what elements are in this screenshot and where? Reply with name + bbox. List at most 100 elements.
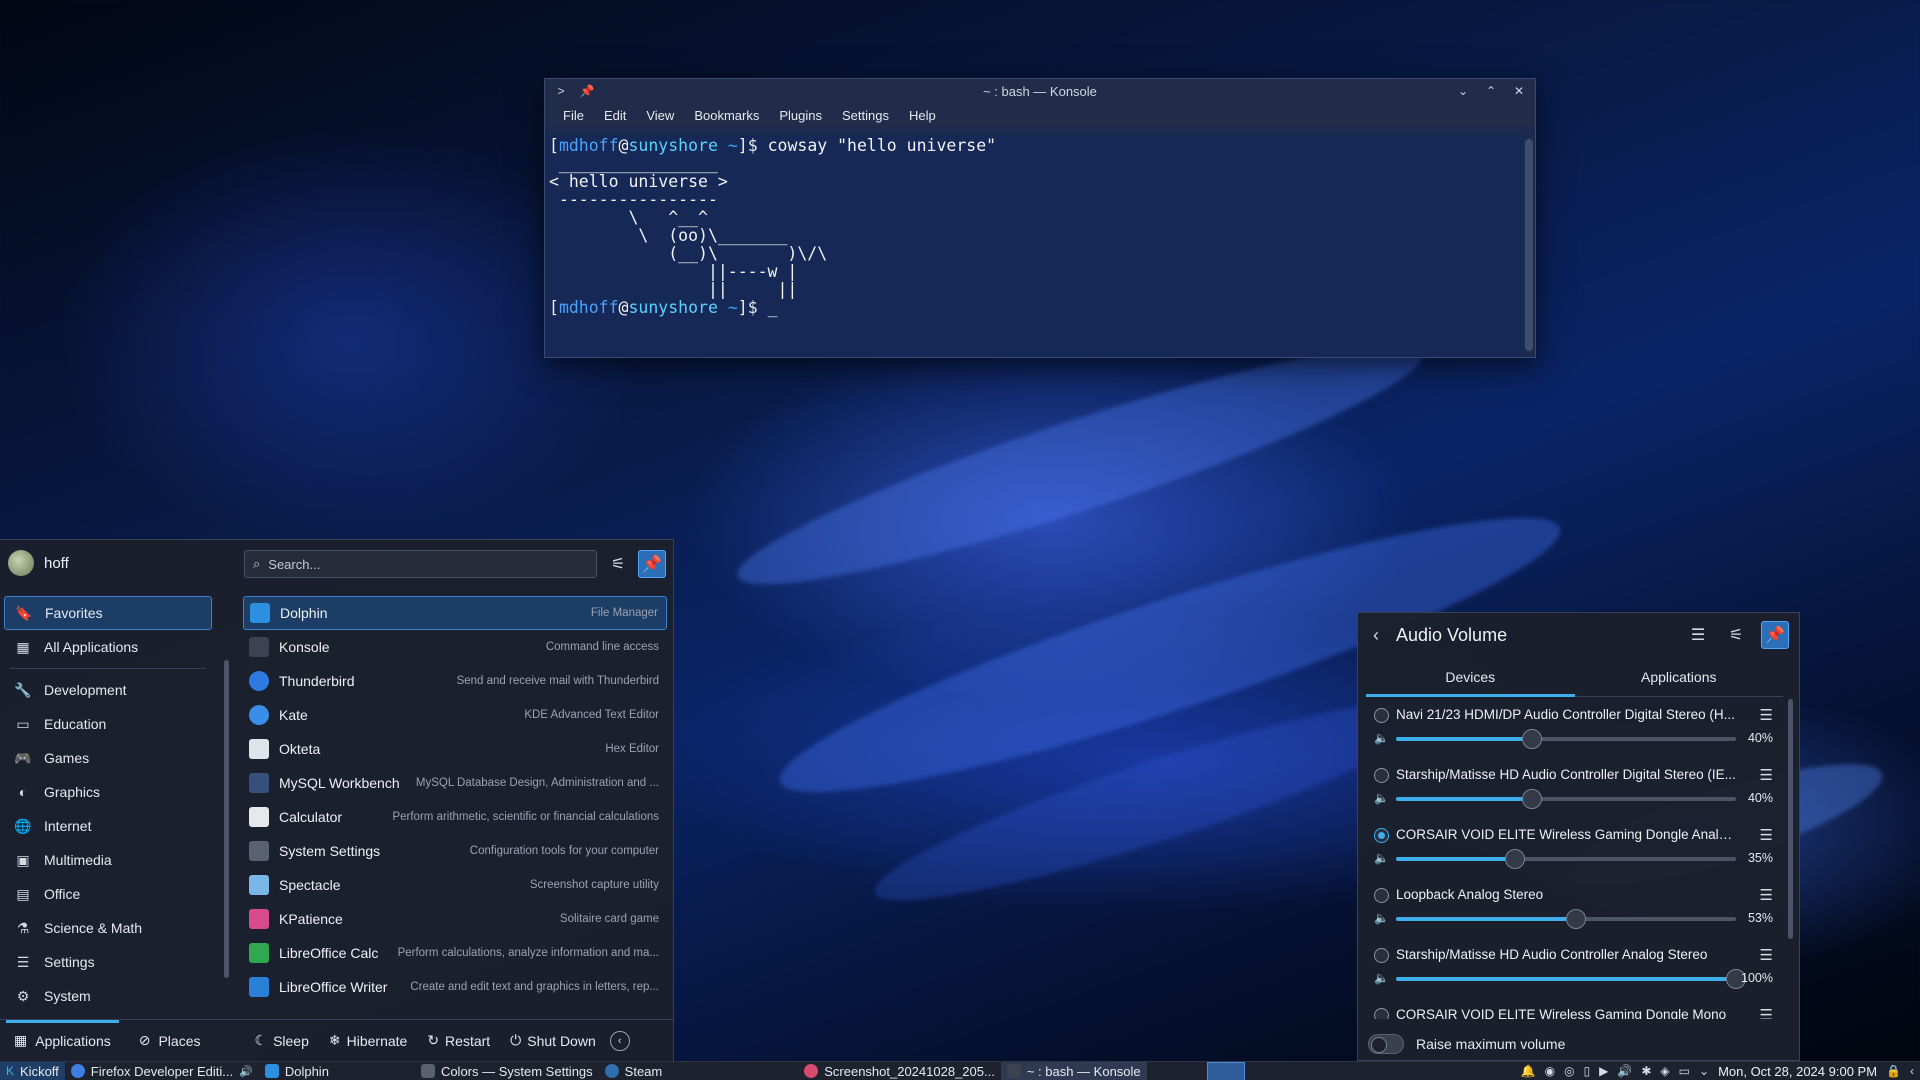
hibernate-button[interactable]: ❄ Hibernate: [319, 1032, 417, 1049]
audio-device-row[interactable]: Starship/Matisse HD Audio Controller Ana…: [1366, 939, 1781, 999]
app-item-konsole[interactable]: Konsole Command line access: [243, 630, 667, 664]
peek-desktop-icon[interactable]: ‹: [1910, 1064, 1914, 1078]
avatar[interactable]: [8, 550, 34, 576]
tab-places[interactable]: ⊘ Places: [125, 1020, 215, 1062]
default-device-radio[interactable]: [1374, 768, 1389, 783]
audio-device-row[interactable]: Starship/Matisse HD Audio Controller Dig…: [1366, 759, 1781, 819]
app-item-system-settings[interactable]: System Settings Configuration tools for y…: [243, 834, 667, 868]
restart-button[interactable]: ↻ Restart: [417, 1032, 500, 1049]
virtual-desktop-pager[interactable]: [1206, 1061, 1245, 1080]
volume-slider[interactable]: [1396, 969, 1746, 989]
more-options-icon[interactable]: ‹: [609, 1030, 630, 1051]
discord-icon[interactable]: ◉: [1545, 1064, 1555, 1078]
app-item-dolphin[interactable]: Dolphin File Manager: [243, 596, 667, 630]
volume-handle[interactable]: [1505, 849, 1525, 869]
volume-slider[interactable]: [1396, 789, 1736, 809]
audio-device-row[interactable]: CORSAIR VOID ELITE Wireless Gaming Dongl…: [1366, 819, 1781, 879]
category-system[interactable]: ⚙ System: [4, 979, 212, 1013]
pin-icon[interactable]: 📌: [579, 83, 595, 99]
category-multimedia[interactable]: ▣ Multimedia: [4, 843, 212, 877]
raise-max-volume[interactable]: Raise maximum volume: [1368, 1034, 1565, 1054]
volume-icon[interactable]: 🔊: [1617, 1064, 1632, 1078]
speaker-icon[interactable]: 🔈: [1374, 911, 1389, 925]
app-item-libreoffice-calc[interactable]: LibreOffice Calc Perform calculations, an…: [243, 936, 667, 970]
default-device-radio[interactable]: [1374, 708, 1389, 723]
lock-icon[interactable]: 🔒: [1886, 1064, 1901, 1078]
volume-slider[interactable]: [1396, 729, 1736, 749]
device-scrollbar[interactable]: [1788, 699, 1793, 939]
minimize-icon[interactable]: ⌄: [1455, 83, 1471, 99]
default-device-radio[interactable]: [1374, 828, 1389, 843]
menu-file[interactable]: File: [553, 108, 594, 123]
tab-applications[interactable]: ▦ Applications: [0, 1019, 125, 1062]
app-item-calculator[interactable]: Calculator Perform arithmetic, scientific…: [243, 800, 667, 834]
volume-slider[interactable]: [1396, 909, 1736, 929]
task-steam[interactable]: Steam: [599, 1062, 669, 1080]
menu-edit[interactable]: Edit: [594, 108, 636, 123]
volume-slider[interactable]: [1396, 849, 1736, 869]
device-menu-icon[interactable]: ☰: [1760, 946, 1773, 964]
category-graphics[interactable]: ◐ Graphics: [4, 775, 212, 809]
menu-bookmarks[interactable]: Bookmarks: [684, 108, 769, 123]
media-icon[interactable]: ▶: [1599, 1064, 1608, 1078]
app-item-kpatience[interactable]: KPatience Solitaire card game: [243, 902, 667, 936]
category-scrollbar[interactable]: [224, 660, 229, 978]
maximize-icon[interactable]: ⌃: [1483, 83, 1499, 99]
app-item-mysql-workbench[interactable]: MySQL Workbench MySQL Database Design, Ad…: [243, 766, 667, 800]
default-device-radio[interactable]: [1374, 948, 1389, 963]
tab-devices[interactable]: Devices: [1366, 657, 1575, 697]
audio-device-row[interactable]: Navi 21/23 HDMI/DP Audio Controller Digi…: [1366, 699, 1781, 759]
task-firefox[interactable]: Firefox Developer Editi... 🔊: [65, 1062, 259, 1080]
device-menu-icon[interactable]: ☰: [1760, 766, 1773, 784]
app-item-kate[interactable]: Kate KDE Advanced Text Editor: [243, 698, 667, 732]
search-input[interactable]: [268, 556, 569, 572]
category-education[interactable]: ▭ Education: [4, 707, 212, 741]
task-screenshot[interactable]: Screenshot_20241028_205...: [798, 1062, 1001, 1080]
app-item-thunderbird[interactable]: Thunderbird Send and receive mail with Th…: [243, 664, 667, 698]
app-item-libreoffice-writer[interactable]: LibreOffice Writer Create and edit text a…: [243, 970, 667, 1004]
category-office[interactable]: ▤ Office: [4, 877, 212, 911]
pin-button[interactable]: 📌: [1761, 621, 1789, 649]
task-dolphin[interactable]: Dolphin: [259, 1062, 335, 1080]
clock[interactable]: Mon, Oct 28, 2024 9:00 PM: [1718, 1064, 1877, 1079]
bluetooth-icon[interactable]: ✱: [1641, 1064, 1651, 1078]
display-icon[interactable]: ▭: [1679, 1064, 1690, 1078]
notifications-icon[interactable]: 🔔: [1521, 1064, 1536, 1078]
pin-button[interactable]: 📌: [638, 550, 666, 578]
speaker-icon[interactable]: 🔈: [1374, 971, 1389, 985]
device-menu-icon[interactable]: ☰: [1760, 706, 1773, 724]
menu-help[interactable]: Help: [899, 108, 946, 123]
device-menu-icon[interactable]: ☰: [1760, 1006, 1773, 1019]
audio-device-row[interactable]: Loopback Analog Stereo ☰ 🔈 53%: [1366, 879, 1781, 939]
close-icon[interactable]: ✕: [1511, 83, 1527, 99]
task-konsole[interactable]: ~ : bash — Konsole: [1000, 1061, 1147, 1080]
configure-icon[interactable]: ⚟: [1723, 622, 1749, 648]
shutdown-button[interactable]: ⏻ Shut Down: [500, 1032, 606, 1049]
menu-plugins[interactable]: Plugins: [769, 108, 832, 123]
category-all-applications[interactable]: ▦ All Applications: [4, 630, 212, 664]
volume-handle[interactable]: [1522, 729, 1542, 749]
raise-max-volume-toggle[interactable]: [1368, 1034, 1404, 1054]
category-development[interactable]: 🔧 Development: [4, 673, 212, 707]
kickoff-launcher[interactable]: K Kickoff: [0, 1061, 65, 1080]
category-settings[interactable]: ☰ Settings: [4, 945, 212, 979]
audio-device-row[interactable]: CORSAIR VOID ELITE Wireless Gaming Dongl…: [1366, 999, 1781, 1019]
speaker-icon[interactable]: 🔈: [1374, 851, 1389, 865]
konsole-titlebar[interactable]: > 📌 ~ : bash — Konsole ⌄ ⌃ ✕: [545, 79, 1535, 103]
default-device-radio[interactable]: [1374, 888, 1389, 903]
expand-tray-icon[interactable]: ⌄: [1699, 1064, 1709, 1078]
user-info[interactable]: hoff: [8, 550, 69, 576]
tab-applications[interactable]: Applications: [1575, 657, 1784, 696]
menu-settings[interactable]: Settings: [832, 108, 899, 123]
category-favorites[interactable]: 🔖 Favorites: [4, 596, 212, 630]
default-device-radio[interactable]: [1374, 1008, 1389, 1019]
menu-view[interactable]: View: [636, 108, 684, 123]
filter-icon[interactable]: ⚟: [604, 551, 632, 577]
speaker-icon[interactable]: 🔈: [1374, 791, 1389, 805]
app-item-okteta[interactable]: Okteta Hex Editor: [243, 732, 667, 766]
search-box[interactable]: ⌕: [244, 550, 597, 578]
back-icon[interactable]: ‹: [1368, 625, 1384, 646]
network-icon[interactable]: ◈: [1660, 1064, 1669, 1078]
device-menu-icon[interactable]: ☰: [1760, 826, 1773, 844]
volume-handle[interactable]: [1566, 909, 1586, 929]
